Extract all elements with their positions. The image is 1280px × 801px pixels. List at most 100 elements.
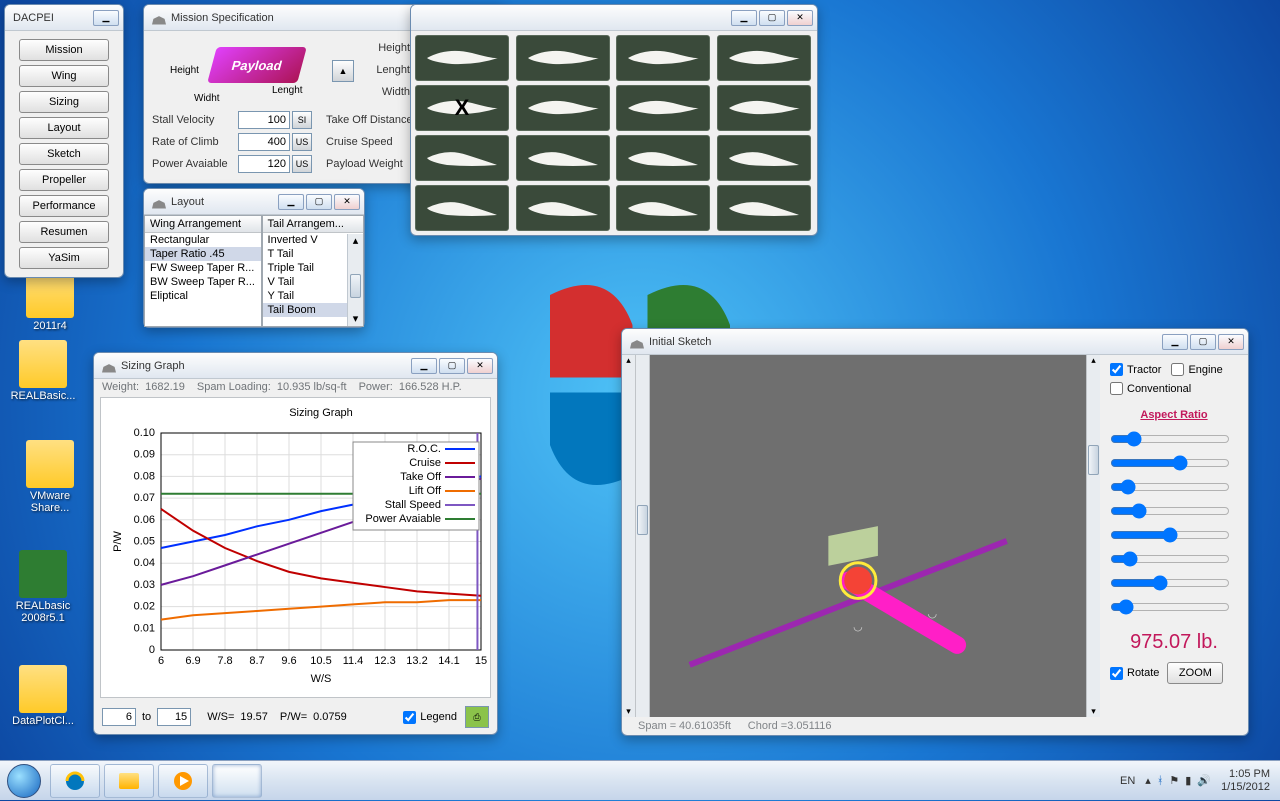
scroll-down-icon[interactable]: ▾ (348, 312, 363, 326)
minimize-button[interactable]: ▁ (93, 10, 119, 26)
resumen-button[interactable]: Resumen (19, 221, 109, 243)
close-button[interactable]: ✕ (467, 358, 493, 374)
propeller-button[interactable]: Propeller (19, 169, 109, 191)
slider-5[interactable] (1110, 527, 1230, 543)
minimize-button[interactable]: ▁ (1162, 334, 1188, 350)
airfoil-option[interactable] (415, 35, 509, 81)
language-indicator[interactable]: EN (1120, 775, 1135, 787)
airfoil-option[interactable] (717, 135, 811, 181)
export-button[interactable]: ⎙ (465, 706, 489, 728)
airfoil-option[interactable] (616, 185, 710, 231)
list-item[interactable]: Eliptical (145, 289, 261, 303)
slider-2[interactable] (1110, 455, 1230, 471)
desktop-icon[interactable]: REALBasic... (8, 340, 78, 402)
sizing-chart: Sizing Graph00.010.020.030.040.050.060.0… (100, 397, 491, 698)
mission-button[interactable]: Mission (19, 39, 109, 61)
tray-icons[interactable]: ▴ ᚼ ⚑ ▮ 🔊 (1145, 774, 1211, 787)
airfoil-option[interactable]: X (415, 85, 509, 131)
titlebar[interactable]: DACPEI ▁ (5, 5, 123, 31)
legend-checkbox[interactable] (403, 711, 416, 724)
maximize-button[interactable]: ▢ (759, 10, 785, 26)
tail-arrangement-list[interactable]: Tail Arrangem... Inverted VT TailTriple … (262, 215, 364, 327)
airfoil-option[interactable] (516, 35, 610, 81)
unit-toggle[interactable]: US (292, 133, 312, 151)
stall-input[interactable] (238, 111, 290, 129)
sketch-viewport[interactable]: ◡ ◡ (650, 355, 1086, 717)
bluetooth-icon[interactable]: ᚼ (1157, 775, 1164, 787)
desktop-icon[interactable]: 2011r4 (15, 270, 85, 332)
scrollbar-vert-right[interactable]: ▴ ▾ (1086, 355, 1100, 717)
airfoil-option[interactable] (516, 135, 610, 181)
desktop-icon[interactable]: REALbasic 2008r5.1 (8, 550, 78, 624)
performance-button[interactable]: Performance (19, 195, 109, 217)
airfoil-option[interactable] (717, 185, 811, 231)
conventional-checkbox[interactable] (1110, 382, 1123, 395)
maximize-button[interactable]: ▢ (439, 358, 465, 374)
minimize-button[interactable]: ▁ (411, 358, 437, 374)
airfoil-option[interactable] (717, 85, 811, 131)
slider-1[interactable] (1110, 431, 1230, 447)
unit-toggle[interactable]: SI (292, 111, 312, 129)
swap-button[interactable]: ▲ (332, 60, 354, 82)
slider-7[interactable] (1110, 575, 1230, 591)
wing-button[interactable]: Wing (19, 65, 109, 87)
rotate-checkbox[interactable] (1110, 667, 1123, 680)
slider-vert[interactable] (636, 355, 650, 717)
scrollbar-vert-left[interactable]: ▴ ▾ (622, 355, 636, 717)
slider-3[interactable] (1110, 479, 1230, 495)
scrollbar[interactable]: ▴ ▾ (347, 234, 363, 326)
close-button[interactable]: ✕ (787, 10, 813, 26)
airfoil-option[interactable] (516, 85, 610, 131)
list-item[interactable]: BW Sweep Taper R... (145, 275, 261, 289)
close-button[interactable]: ✕ (1218, 334, 1244, 350)
yasim-button[interactable]: YaSim (19, 247, 109, 269)
task-dacpei[interactable] (212, 764, 262, 798)
volume-icon[interactable]: 🔊 (1197, 774, 1211, 787)
slider-8[interactable] (1110, 599, 1230, 615)
start-button[interactable] (0, 761, 48, 801)
unit-toggle[interactable]: US (292, 155, 312, 173)
airfoil-option[interactable] (616, 35, 710, 81)
airfoil-option[interactable] (616, 135, 710, 181)
maximize-button[interactable]: ▢ (1190, 334, 1216, 350)
list-item[interactable]: FW Sweep Taper R... (145, 261, 261, 275)
action-center-icon[interactable]: ⚑ (1169, 774, 1179, 787)
sketch-button[interactable]: Sketch (19, 143, 109, 165)
airfoil-option[interactable] (717, 35, 811, 81)
titlebar[interactable]: Layout ▁ ▢ ✕ (144, 189, 364, 215)
minimize-button[interactable]: ▁ (278, 194, 304, 210)
power-input[interactable] (238, 155, 290, 173)
roc-input[interactable] (238, 133, 290, 151)
sizing-button[interactable]: Sizing (19, 91, 109, 113)
engine-checkbox[interactable] (1171, 363, 1184, 376)
range-from-input[interactable] (102, 708, 136, 726)
airfoil-option[interactable] (415, 185, 509, 231)
network-icon[interactable]: ▮ (1185, 774, 1191, 787)
maximize-button[interactable]: ▢ (306, 194, 332, 210)
airfoil-option[interactable] (616, 85, 710, 131)
list-item[interactable]: Taper Ratio .45 (145, 247, 261, 261)
airfoil-option[interactable] (516, 185, 610, 231)
minimize-button[interactable]: ▁ (731, 10, 757, 26)
slider-4[interactable] (1110, 503, 1230, 519)
clock[interactable]: 1:05 PM 1/15/2012 (1221, 768, 1270, 794)
titlebar[interactable]: Sizing Graph ▁ ▢ ✕ (94, 353, 497, 379)
slider-6[interactable] (1110, 551, 1230, 567)
titlebar[interactable]: Initial Sketch ▁ ▢ ✕ (622, 329, 1248, 355)
list-item[interactable]: Rectangular (145, 233, 261, 247)
desktop-icon[interactable]: DataPlotCl... (8, 665, 78, 727)
titlebar[interactable]: ▁ ▢ ✕ (411, 5, 817, 31)
wing-arrangement-list[interactable]: Wing Arrangement RectangularTaper Ratio … (144, 215, 262, 327)
scroll-up-icon[interactable]: ▴ (348, 234, 363, 248)
desktop-icon[interactable]: VMware Share... (15, 440, 85, 514)
range-to-input[interactable] (157, 708, 191, 726)
tractor-checkbox[interactable] (1110, 363, 1123, 376)
zoom-button[interactable]: ZOOM (1167, 662, 1223, 684)
task-media[interactable] (158, 764, 208, 798)
layout-button[interactable]: Layout (19, 117, 109, 139)
close-button[interactable]: ✕ (334, 194, 360, 210)
chevron-up-icon[interactable]: ▴ (1145, 774, 1151, 787)
task-explorer[interactable] (104, 764, 154, 798)
task-ie[interactable] (50, 764, 100, 798)
airfoil-option[interactable] (415, 135, 509, 181)
